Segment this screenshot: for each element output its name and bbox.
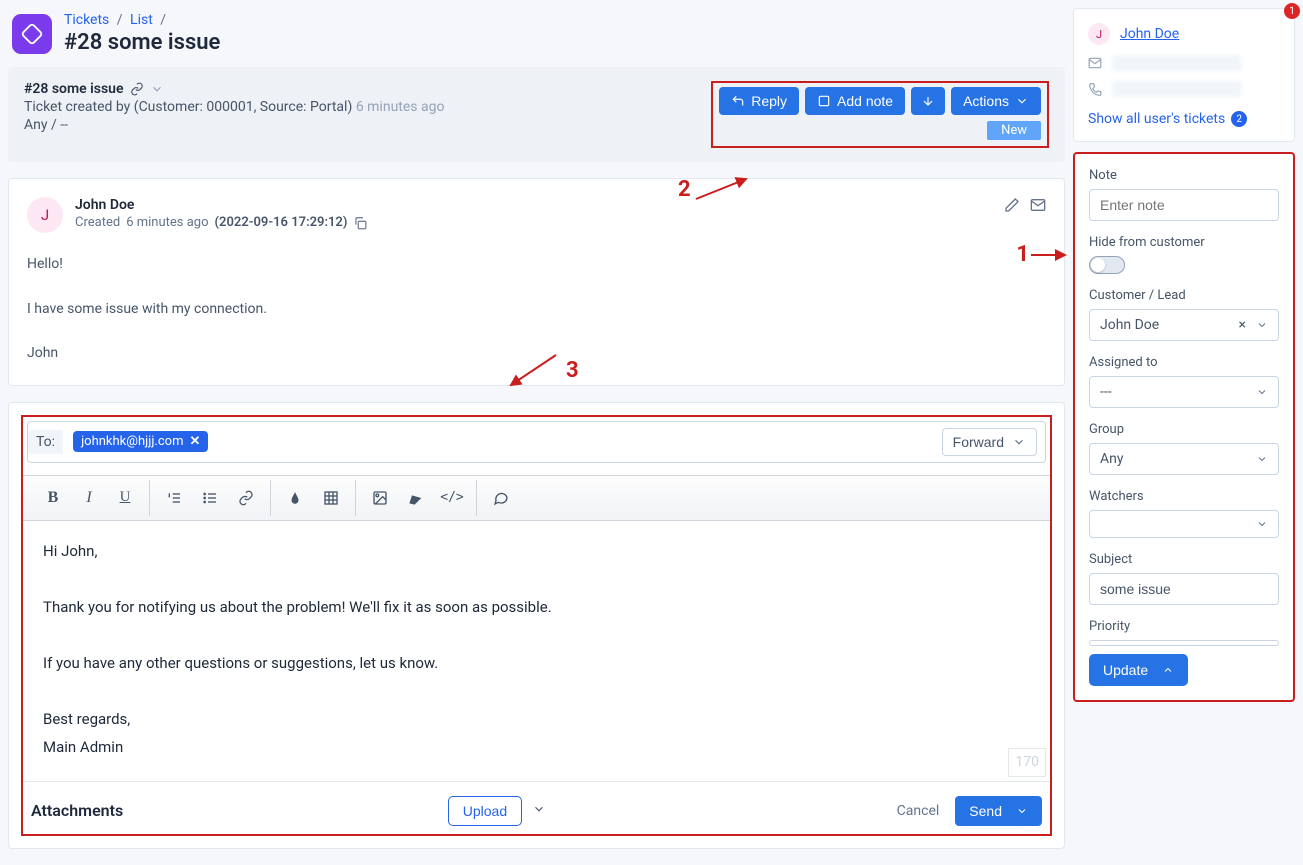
avatar: J bbox=[1088, 23, 1110, 45]
blurred-email bbox=[1112, 55, 1242, 71]
breadcrumb-list[interactable]: List bbox=[130, 12, 153, 28]
note-icon bbox=[817, 94, 831, 108]
ticket-summary-bar: #28 some issue Ticket created by (Custom… bbox=[8, 67, 1065, 162]
underline-button[interactable]: U bbox=[107, 480, 143, 516]
char-count: 170 bbox=[1008, 748, 1046, 776]
notification-badge: 1 bbox=[1284, 3, 1300, 19]
group-select[interactable]: Any bbox=[1089, 443, 1279, 475]
annotation-box-2: Reply Add note Actions New bbox=[711, 81, 1049, 148]
update-button[interactable]: Update bbox=[1089, 654, 1188, 686]
blurred-phone bbox=[1112, 81, 1242, 97]
chevron-down-icon bbox=[1256, 319, 1268, 331]
new-badge: New bbox=[987, 121, 1041, 140]
upload-options-button[interactable] bbox=[522, 796, 556, 825]
comment-button[interactable] bbox=[483, 480, 519, 516]
customer-name-link[interactable]: John Doe bbox=[1120, 26, 1179, 42]
app-icon[interactable] bbox=[12, 14, 52, 54]
recipient-row[interactable]: To: johnkhk@hjjj.com ✕ Forward bbox=[27, 421, 1046, 463]
chevron-down-icon bbox=[1015, 94, 1029, 108]
clear-format-button[interactable] bbox=[398, 480, 434, 516]
reply-card: To: johnkhk@hjjj.com ✕ Forward B I U bbox=[8, 402, 1065, 849]
reply-icon bbox=[731, 94, 745, 108]
chevron-down-icon bbox=[1256, 386, 1268, 398]
upload-button[interactable]: Upload bbox=[448, 796, 522, 826]
chevron-down-icon bbox=[1016, 805, 1028, 817]
table-button[interactable] bbox=[313, 480, 349, 516]
recipient-chip[interactable]: johnkhk@hjjj.com ✕ bbox=[73, 431, 208, 452]
ordered-list-button[interactable] bbox=[156, 480, 192, 516]
actions-button[interactable]: Actions bbox=[951, 87, 1041, 115]
link-button[interactable] bbox=[228, 480, 264, 516]
message-timestamp: (2022-09-16 17:29:12) bbox=[215, 215, 348, 230]
message-card: J John Doe Created 6 minutes ago (2022-0… bbox=[8, 178, 1065, 386]
chevron-down-icon[interactable] bbox=[150, 82, 164, 96]
hide-from-customer-label: Hide from customer bbox=[1089, 235, 1279, 250]
chevron-down-icon bbox=[1256, 453, 1268, 465]
download-button[interactable] bbox=[911, 87, 945, 115]
message-time-ago: 6 minutes ago bbox=[126, 215, 208, 230]
clear-customer-icon[interactable]: × bbox=[1235, 317, 1250, 333]
bold-button[interactable]: B bbox=[35, 480, 71, 516]
page-header: Tickets / List / #28 some issue bbox=[8, 8, 1065, 67]
color-button[interactable] bbox=[277, 480, 313, 516]
add-note-button[interactable]: Add note bbox=[805, 87, 905, 115]
reply-editor[interactable]: Hi John, Thank you for notifying us abou… bbox=[23, 521, 1050, 782]
tickets-count-badge: 2 bbox=[1231, 111, 1247, 127]
remove-recipient-icon[interactable]: ✕ bbox=[189, 434, 200, 449]
send-button[interactable]: Send bbox=[955, 796, 1042, 826]
page-title: #28 some issue bbox=[64, 30, 220, 55]
chevron-up-icon bbox=[1162, 664, 1174, 676]
chevron-down-icon bbox=[1256, 518, 1268, 530]
ticket-title: #28 some issue bbox=[24, 81, 124, 97]
subject-label: Subject bbox=[1089, 552, 1279, 567]
mail-icon bbox=[1088, 56, 1102, 70]
code-button[interactable]: </> bbox=[434, 480, 470, 516]
ticket-time-ago: 6 minutes ago bbox=[356, 99, 445, 115]
phone-icon bbox=[1088, 82, 1102, 96]
group-label: Group bbox=[1089, 422, 1279, 437]
message-line: I have some issue with my connection. bbox=[27, 296, 1046, 323]
copy-icon[interactable] bbox=[353, 216, 367, 230]
image-button[interactable] bbox=[362, 480, 398, 516]
assigned-to-select[interactable]: --- bbox=[1089, 376, 1279, 408]
edit-icon[interactable] bbox=[1004, 197, 1020, 213]
note-input[interactable] bbox=[1089, 189, 1279, 221]
arrow-down-icon bbox=[921, 94, 935, 108]
ticket-status: Any / -- bbox=[24, 117, 444, 133]
breadcrumb: Tickets / List / bbox=[64, 12, 220, 28]
customer-lead-select[interactable]: John Doe × bbox=[1089, 309, 1279, 341]
show-tickets-link[interactable]: Show all user's tickets 2 bbox=[1088, 111, 1280, 127]
chevron-down-icon bbox=[1012, 435, 1026, 449]
cancel-button[interactable]: Cancel bbox=[897, 803, 940, 819]
watchers-label: Watchers bbox=[1089, 489, 1279, 504]
hide-from-customer-toggle[interactable] bbox=[1089, 256, 1125, 274]
message-author: John Doe bbox=[75, 197, 367, 213]
annotation-box-1: Note Hide from customer Customer / Lead … bbox=[1073, 152, 1295, 702]
editor-toolbar: B I U < bbox=[23, 475, 1050, 521]
customer-card: 1 J John Doe Show all user's tickets 2 bbox=[1073, 8, 1295, 142]
note-label: Note bbox=[1089, 168, 1279, 183]
breadcrumb-tickets[interactable]: Tickets bbox=[64, 12, 109, 28]
mail-icon[interactable] bbox=[1030, 197, 1046, 213]
forward-button[interactable]: Forward bbox=[942, 428, 1037, 456]
priority-select[interactable] bbox=[1089, 640, 1279, 646]
message-line: John bbox=[27, 340, 1046, 367]
assigned-to-label: Assigned to bbox=[1089, 355, 1279, 370]
priority-label: Priority bbox=[1089, 619, 1279, 634]
avatar: J bbox=[27, 197, 63, 233]
subject-input[interactable] bbox=[1089, 573, 1279, 605]
link-icon[interactable] bbox=[130, 82, 144, 96]
italic-button[interactable]: I bbox=[71, 480, 107, 516]
annotation-box-3: To: johnkhk@hjjj.com ✕ Forward B I U bbox=[21, 415, 1052, 836]
to-label: To: bbox=[28, 430, 63, 454]
customer-lead-label: Customer / Lead bbox=[1089, 288, 1279, 303]
watchers-select[interactable] bbox=[1089, 510, 1279, 538]
unordered-list-button[interactable] bbox=[192, 480, 228, 516]
reply-button[interactable]: Reply bbox=[719, 87, 799, 115]
attachments-label: Attachments bbox=[31, 801, 123, 820]
message-line: Hello! bbox=[27, 251, 1046, 278]
